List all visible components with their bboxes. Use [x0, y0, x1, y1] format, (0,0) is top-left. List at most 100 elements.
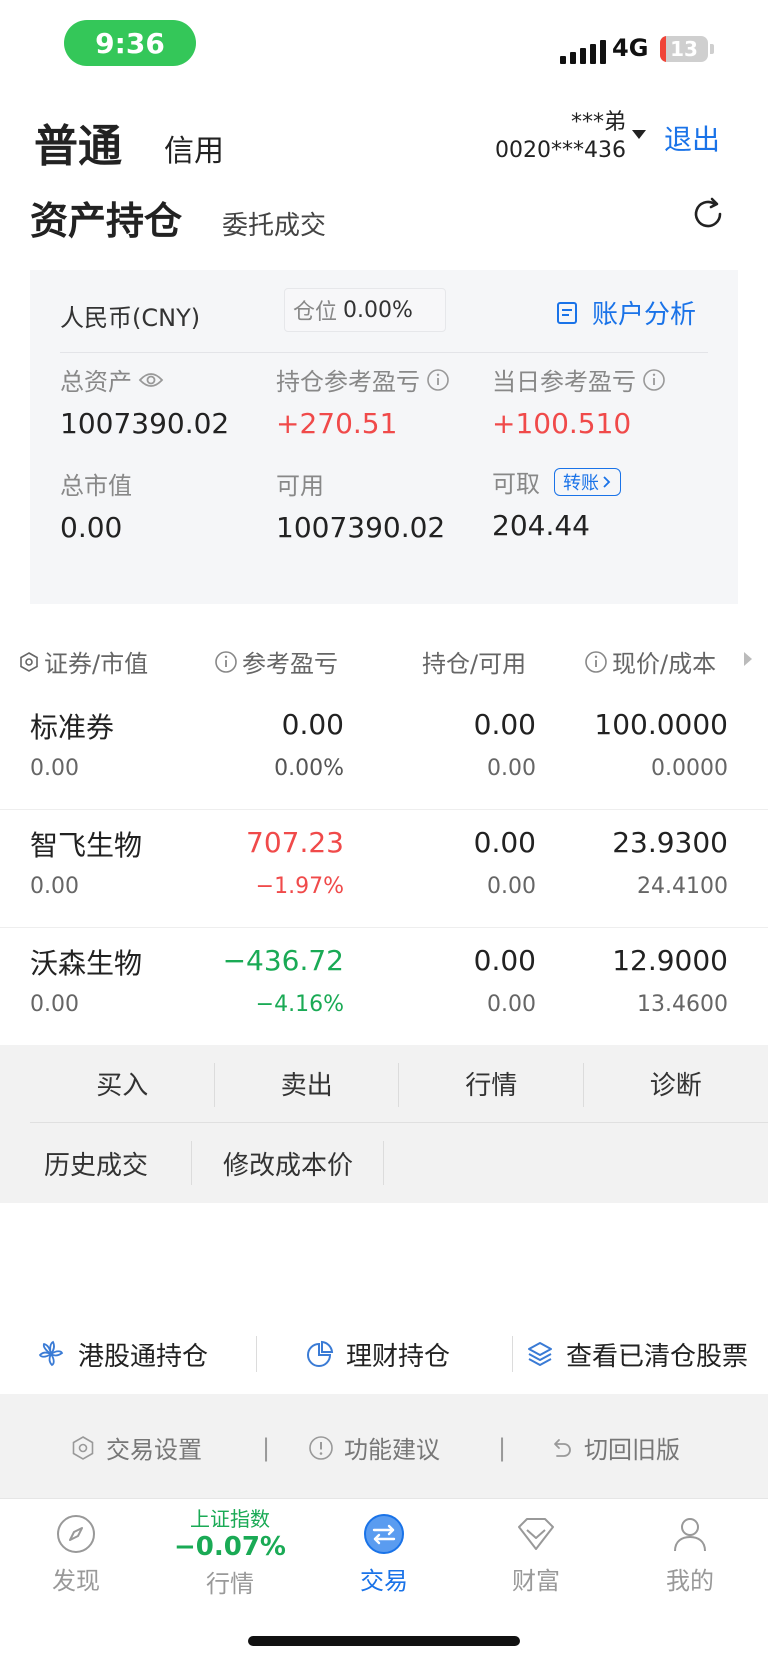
security-position: 0.00: [473, 826, 536, 859]
security-position: 0.00: [473, 708, 536, 741]
position-value: 0.00%: [343, 297, 413, 323]
currency-label: 人民币(CNY): [60, 304, 201, 332]
alert-icon: [309, 1435, 333, 1460]
trade-settings-link[interactable]: 交易设置: [70, 1430, 202, 1465]
table-row[interactable]: 标准券 0.00 0.00 0.00% 0.00 0.00 100.0000 0…: [0, 692, 768, 810]
position-label: 仓位: [293, 300, 338, 325]
gear-icon: [72, 1435, 94, 1460]
header-pl[interactable]: 参考盈亏: [214, 644, 338, 679]
security-pl-pct: 0.00%: [274, 756, 344, 781]
account-id: 0020***436: [495, 138, 626, 163]
security-price: 100.0000: [594, 708, 728, 741]
section-tabs: 资产持仓 委托成交: [30, 190, 326, 245]
chevron-down-icon[interactable]: [632, 130, 646, 139]
market-value-value: 0.00: [60, 511, 123, 544]
battery-icon: 13: [660, 36, 708, 62]
security-cost: 0.0000: [651, 756, 728, 781]
modify-cost-button[interactable]: 修改成本价: [192, 1123, 384, 1203]
account-selector[interactable]: ***弟 0020***436: [486, 104, 626, 163]
table-row[interactable]: 沃森生物 0.00 −436.72 −4.16% 0.00 0.00 12.90…: [0, 928, 768, 1046]
tab-normal-account[interactable]: 普通: [34, 110, 122, 174]
daily-pl-label: 当日参考盈亏: [492, 368, 636, 396]
security-market-value: 0.00: [30, 992, 79, 1017]
daily-pl: 当日参考盈亏 +100.510: [492, 362, 666, 440]
withdrawable-funds: 可取 转账 204.44: [492, 464, 621, 542]
account-analysis-label: 账户分析: [592, 300, 697, 330]
chevron-right-icon: [603, 475, 611, 488]
security-available: 0.00: [487, 992, 536, 1017]
table-row[interactable]: 智飞生物 0.00 707.23 −1.97% 0.00 0.00 23.930…: [0, 810, 768, 928]
wealth-holdings-link[interactable]: 理财持仓: [306, 1336, 450, 1373]
total-assets-value: 1007390.02: [60, 407, 230, 440]
holding-pl: 持仓参考盈亏 +270.51: [276, 362, 450, 440]
security-pl-pct: −4.16%: [255, 992, 344, 1017]
nav-trade[interactable]: 交易: [324, 1513, 444, 1596]
security-available: 0.00: [487, 874, 536, 899]
layers-icon: [528, 1342, 552, 1366]
available-value: 1007390.02: [276, 511, 446, 544]
available-funds: 可用 1007390.02: [276, 466, 445, 544]
nav-market[interactable]: 上证指数 −0.07% 行情: [170, 1503, 290, 1599]
account-analysis-button[interactable]: 账户分析: [556, 294, 696, 331]
sell-button[interactable]: 卖出: [215, 1045, 400, 1122]
index-value: −0.07%: [174, 1532, 286, 1562]
total-assets-label: 总资产: [60, 368, 132, 396]
transfer-button[interactable]: 转账: [554, 467, 621, 496]
feature-suggestion-link[interactable]: 功能建议: [308, 1430, 440, 1465]
refresh-icon[interactable]: [690, 196, 726, 232]
header-security[interactable]: 证券/市值: [18, 644, 148, 679]
account-type-tabs: 普通 信用: [34, 110, 224, 174]
hk-connect-holdings-link[interactable]: 港股通持仓: [36, 1336, 208, 1373]
security-market-value: 0.00: [30, 874, 79, 899]
nav-discover-label: 发现: [52, 1567, 100, 1595]
holding-pl-value: +270.51: [276, 407, 398, 440]
network-type: 4G: [612, 34, 649, 62]
header-price[interactable]: 现价/成本: [584, 644, 716, 679]
header-position[interactable]: 持仓/可用: [422, 644, 526, 679]
battery-tip: [710, 44, 714, 54]
tab-credit-account[interactable]: 信用: [164, 126, 224, 170]
nav-wealth[interactable]: 财富: [476, 1513, 596, 1596]
exchange-icon: [364, 1514, 404, 1554]
quote-button[interactable]: 行情: [399, 1045, 584, 1122]
status-bar: 9:36 4G 13: [0, 0, 768, 90]
holding-pl-label: 持仓参考盈亏: [276, 368, 420, 396]
switch-old-version-link[interactable]: 切回旧版: [548, 1430, 680, 1465]
status-time: 9:36: [64, 20, 196, 66]
withdrawable-label: 可取: [492, 470, 540, 498]
nav-trade-label: 交易: [360, 1567, 408, 1595]
asset-summary-card: 人民币(CNY) 仓位 0.00% 账户分析 总资产 1007390.02 持仓…: [30, 270, 738, 604]
withdrawable-value: 204.44: [492, 509, 590, 542]
security-position: 0.00: [473, 944, 536, 977]
security-name: 标准券: [30, 711, 115, 744]
cleared-stocks-link[interactable]: 查看已清仓股票: [526, 1336, 748, 1373]
document-icon: [557, 301, 577, 324]
info-icon: [585, 650, 607, 673]
security-available: 0.00: [487, 756, 536, 781]
signal-icon: [560, 36, 606, 64]
diagnose-button[interactable]: 诊断: [584, 1045, 768, 1122]
nav-wealth-label: 财富: [512, 1567, 560, 1595]
tab-assets-holdings[interactable]: 资产持仓: [30, 190, 182, 245]
logout-button[interactable]: 退出: [664, 118, 720, 158]
scroll-right-icon[interactable]: [744, 652, 752, 666]
compass-icon: [57, 1515, 95, 1553]
buy-button[interactable]: 买入: [30, 1045, 215, 1122]
security-market-value: 0.00: [30, 756, 79, 781]
nav-discover[interactable]: 发现: [16, 1513, 136, 1596]
security-pl-pct: −1.97%: [255, 874, 344, 899]
info-icon[interactable]: [642, 368, 666, 392]
security-pl: 707.23: [246, 826, 344, 859]
pie-chart-icon: [307, 1340, 334, 1367]
hexagon-settings-icon: [20, 651, 38, 672]
trade-history-button[interactable]: 历史成交: [0, 1123, 192, 1203]
user-icon: [674, 1518, 706, 1552]
card-divider: [60, 352, 708, 353]
info-icon[interactable]: [426, 368, 450, 392]
tab-orders-trades[interactable]: 委托成交: [222, 205, 326, 242]
nav-mine[interactable]: 我的: [630, 1513, 750, 1596]
eye-icon[interactable]: [138, 371, 164, 389]
security-cost: 13.4600: [637, 992, 728, 1017]
nav-market-label: 行情: [206, 1570, 254, 1598]
security-pl: −436.72: [222, 944, 344, 977]
